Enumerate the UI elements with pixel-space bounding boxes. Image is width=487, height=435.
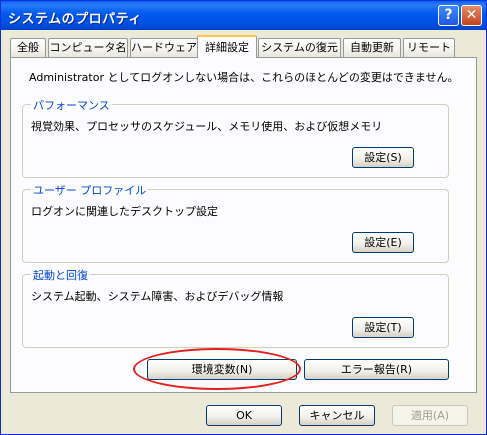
user-profile-group-title: ユーザー プロファイル [31, 182, 149, 198]
tab-remote[interactable]: リモート [403, 38, 455, 57]
close-button[interactable]: ✕ [461, 5, 482, 26]
help-button[interactable]: ? [438, 5, 459, 26]
tab-general[interactable]: 全般 [10, 38, 46, 57]
environment-variables-button[interactable]: 環境変数(N) [147, 359, 297, 380]
system-properties-window: システムのプロパティ ? ✕ 全般 コンピュータ名 ハードウェア 詳細設定 シス… [0, 0, 487, 435]
tab-system-restore[interactable]: システムの復元 [258, 38, 341, 57]
advanced-tab-panel: Administrator としてログオンしない場合は、これらのほとんどの変更は… [10, 57, 477, 393]
ok-button[interactable]: OK [206, 405, 282, 426]
admin-notice: Administrator としてログオンしない場合は、これらのほとんどの変更は… [29, 71, 459, 84]
cancel-button[interactable]: キャンセル [299, 405, 375, 426]
performance-group-title: パフォーマンス [31, 97, 112, 113]
startup-recovery-group-title: 起動と回復 [31, 267, 90, 283]
tab-advanced[interactable]: 詳細設定 [197, 35, 257, 58]
startup-recovery-settings-button[interactable]: 設定(T) [352, 317, 414, 338]
user-profile-group: ユーザー プロファイル ログオンに関連したデスクトップ設定 設定(E) [22, 182, 449, 263]
startup-recovery-group: 起動と回復 システム起動、システム障害、およびデバッグ情報 設定(T) [22, 267, 449, 348]
tab-automatic-updates[interactable]: 自動更新 [343, 38, 401, 57]
performance-group: パフォーマンス 視覚効果、プロセッサのスケジュール、メモリ使用、および仮想メモリ… [22, 97, 449, 178]
title-bar[interactable]: システムのプロパティ ? ✕ [1, 1, 486, 30]
startup-recovery-description: システム起動、システム障害、およびデバッグ情報 [31, 290, 284, 303]
user-profile-description: ログオンに関連したデスクトップ設定 [31, 205, 218, 218]
window-title: システムのプロパティ [8, 12, 142, 27]
performance-description: 視覚効果、プロセッサのスケジュール、メモリ使用、および仮想メモリ [31, 120, 383, 133]
tab-computer-name[interactable]: コンピュータ名 [48, 38, 128, 57]
user-profile-settings-button[interactable]: 設定(E) [352, 232, 414, 253]
error-reporting-button[interactable]: エラー報告(R) [304, 359, 449, 380]
performance-settings-button[interactable]: 設定(S) [352, 147, 414, 168]
apply-button[interactable]: 適用(A) [392, 405, 468, 426]
tab-hardware[interactable]: ハードウェア [130, 38, 198, 57]
